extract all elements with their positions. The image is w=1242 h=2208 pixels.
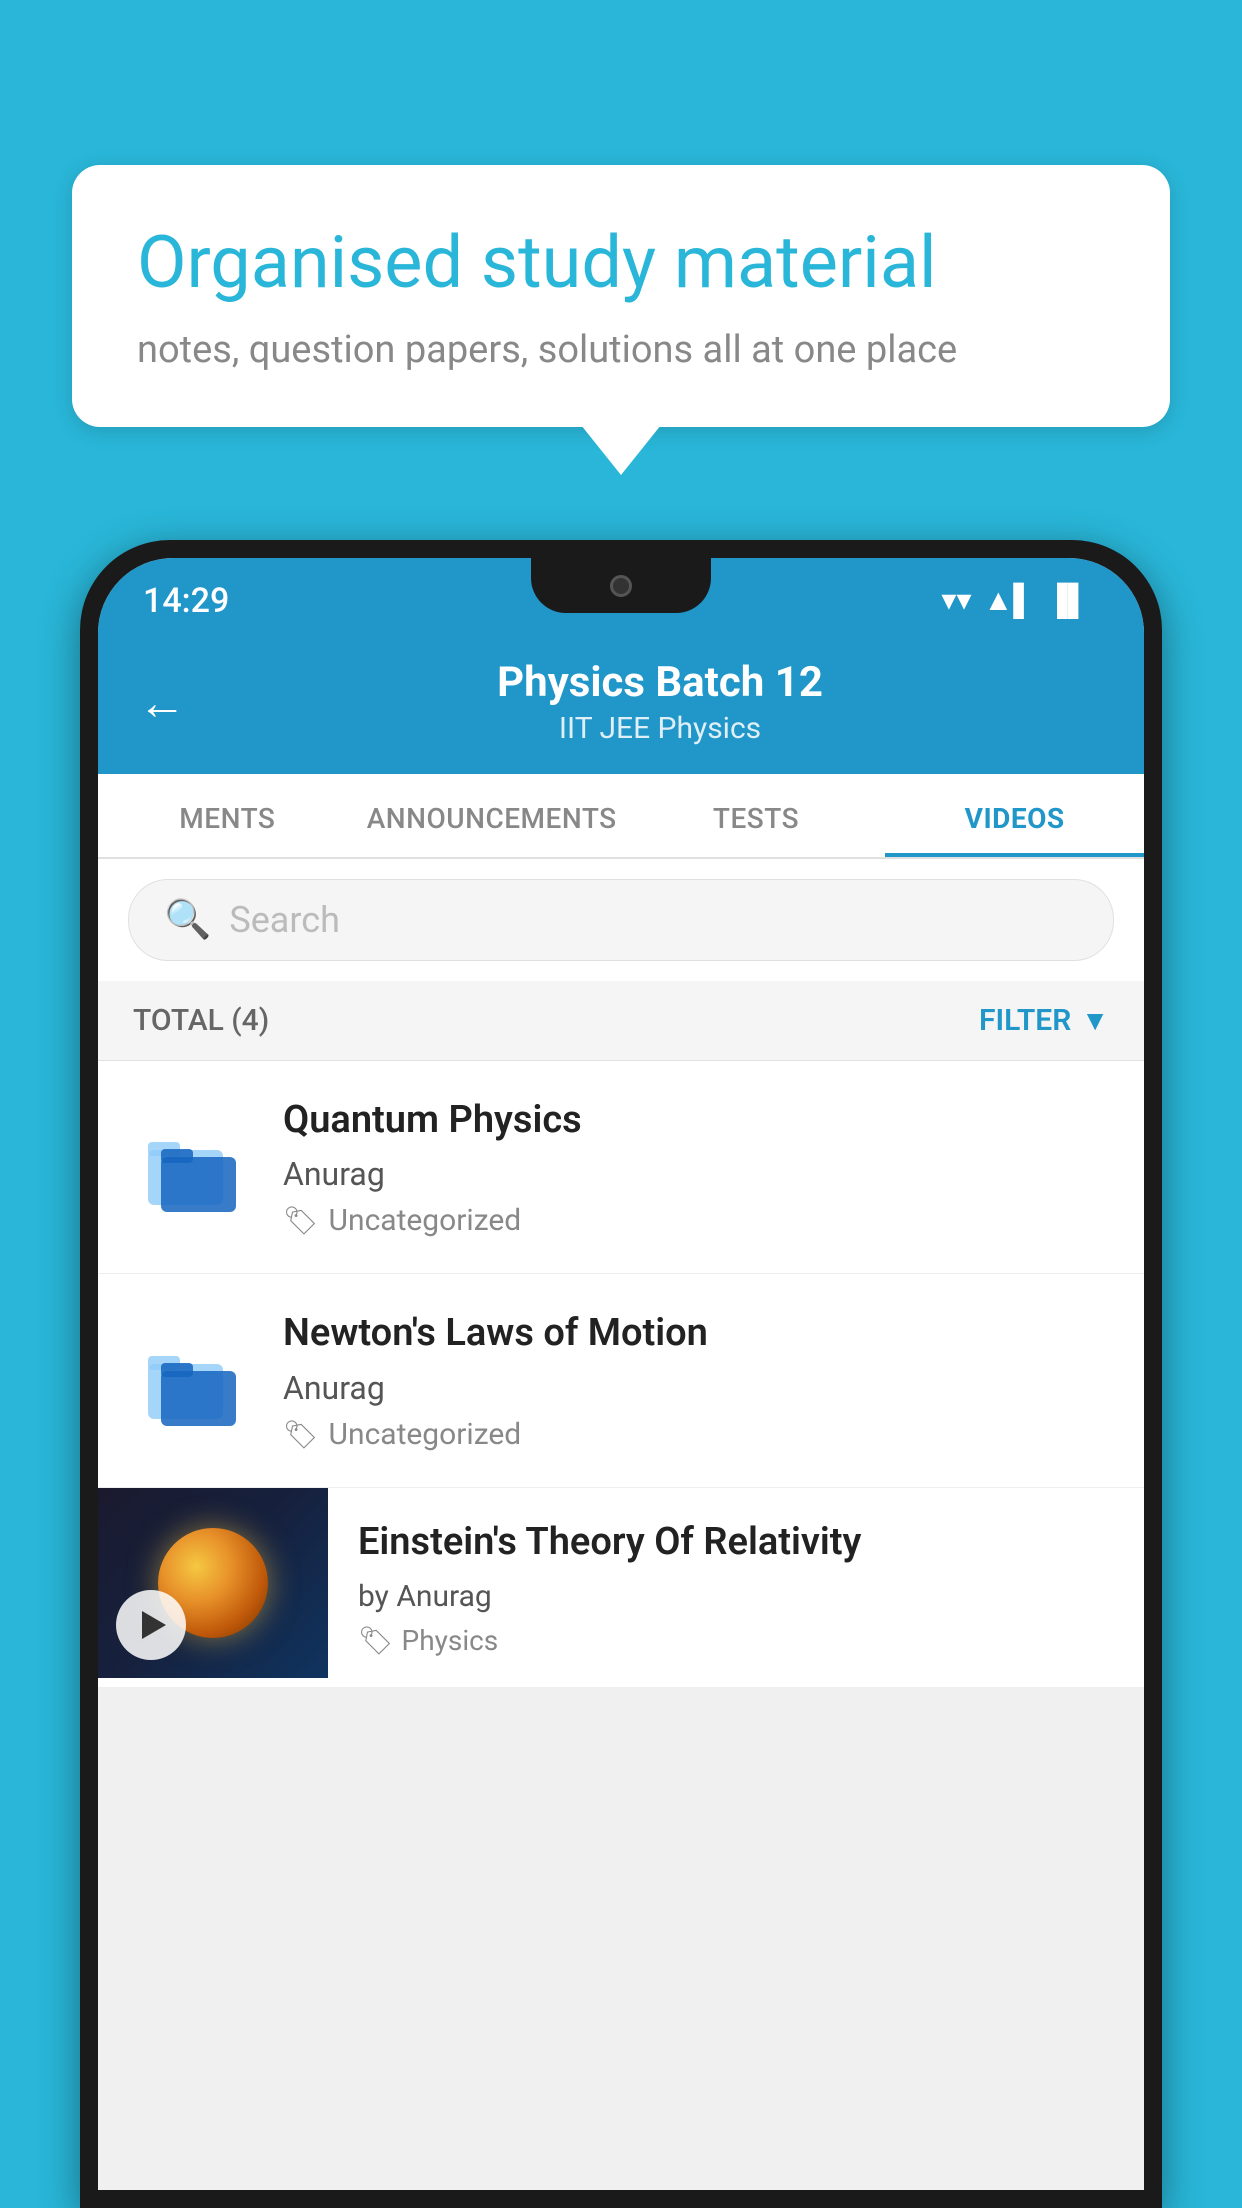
- filter-bar: TOTAL (4) FILTER ▼: [98, 981, 1144, 1061]
- phone-notch: [531, 558, 711, 613]
- tag-label: Uncategorized: [329, 1203, 522, 1238]
- video-info: Quantum Physics Anurag 🏷 Uncategorized: [283, 1096, 1109, 1238]
- front-camera: [610, 575, 632, 597]
- folder-icon: [133, 1321, 253, 1441]
- tab-bar: MENTS ANNOUNCEMENTS TESTS VIDEOS: [98, 774, 1144, 859]
- battery-icon: ▐▌: [1046, 583, 1089, 618]
- tag-label: Physics: [402, 1624, 499, 1657]
- total-count: TOTAL (4): [133, 1003, 269, 1038]
- video-info: Newton's Laws of Motion Anurag 🏷 Uncateg…: [283, 1309, 1109, 1451]
- bubble-title: Organised study material: [137, 220, 1105, 306]
- video-tag: 🏷 Physics: [358, 1624, 1114, 1657]
- play-button[interactable]: [116, 1590, 186, 1660]
- search-icon: 🔍: [164, 898, 211, 942]
- video-info: Einstein's Theory Of Relativity by Anura…: [328, 1488, 1144, 1687]
- video-title: Quantum Physics: [283, 1096, 1109, 1145]
- video-title: Newton's Laws of Motion: [283, 1309, 1109, 1358]
- tag-icon: 🏷: [283, 1418, 319, 1451]
- video-author: Anurag: [283, 1155, 1109, 1193]
- speech-bubble: Organised study material notes, question…: [72, 165, 1170, 427]
- video-list: Quantum Physics Anurag 🏷 Uncategorized: [98, 1061, 1144, 1688]
- play-icon: [142, 1611, 166, 1639]
- header-subtitle: IIT JEE Physics: [216, 711, 1104, 746]
- tag-label: Uncategorized: [329, 1417, 522, 1452]
- video-tag: 🏷 Uncategorized: [283, 1417, 1109, 1452]
- signal-icon: ▲▌: [984, 583, 1035, 618]
- header-title-area: Physics Batch 12 IIT JEE Physics: [216, 658, 1104, 746]
- tab-announcements[interactable]: ANNOUNCEMENTS: [357, 774, 627, 857]
- app-header: ← Physics Batch 12 IIT JEE Physics: [98, 633, 1144, 774]
- status-icons: ▾▾ ▲▌ ▐▌: [941, 583, 1089, 618]
- wifi-icon: ▾▾: [941, 583, 971, 618]
- list-item[interactable]: Quantum Physics Anurag 🏷 Uncategorized: [98, 1061, 1144, 1274]
- tag-icon: 🏷: [283, 1204, 319, 1237]
- video-author: Anurag: [283, 1369, 1109, 1407]
- tab-videos[interactable]: VIDEOS: [885, 774, 1144, 857]
- status-time: 14:29: [143, 581, 229, 621]
- header-title: Physics Batch 12: [216, 658, 1104, 707]
- filter-icon: ▼: [1081, 1004, 1109, 1037]
- tab-ments[interactable]: MENTS: [98, 774, 357, 857]
- search-container: 🔍 Search: [98, 859, 1144, 981]
- filter-button[interactable]: FILTER ▼: [979, 1003, 1109, 1038]
- list-item[interactable]: Newton's Laws of Motion Anurag 🏷 Uncateg…: [98, 1274, 1144, 1487]
- bubble-subtitle: notes, question papers, solutions all at…: [137, 328, 1105, 372]
- search-placeholder: Search: [229, 899, 340, 941]
- video-author: by Anurag: [358, 1579, 1114, 1614]
- tab-tests[interactable]: TESTS: [627, 774, 886, 857]
- video-title: Einstein's Theory Of Relativity: [358, 1518, 1114, 1567]
- folder-icon: [133, 1107, 253, 1227]
- video-tag: 🏷 Uncategorized: [283, 1203, 1109, 1238]
- back-button[interactable]: ←: [138, 674, 186, 731]
- filter-label: FILTER: [979, 1003, 1071, 1038]
- phone-inner: 14:29 ▾▾ ▲▌ ▐▌ ← Physics Batch 12 IIT JE…: [98, 558, 1144, 2190]
- list-item[interactable]: Einstein's Theory Of Relativity by Anura…: [98, 1488, 1144, 1688]
- tag-icon: 🏷: [358, 1624, 394, 1657]
- phone-frame: 14:29 ▾▾ ▲▌ ▐▌ ← Physics Batch 12 IIT JE…: [80, 540, 1162, 2208]
- search-bar[interactable]: 🔍 Search: [128, 879, 1114, 961]
- video-thumbnail: [98, 1488, 328, 1678]
